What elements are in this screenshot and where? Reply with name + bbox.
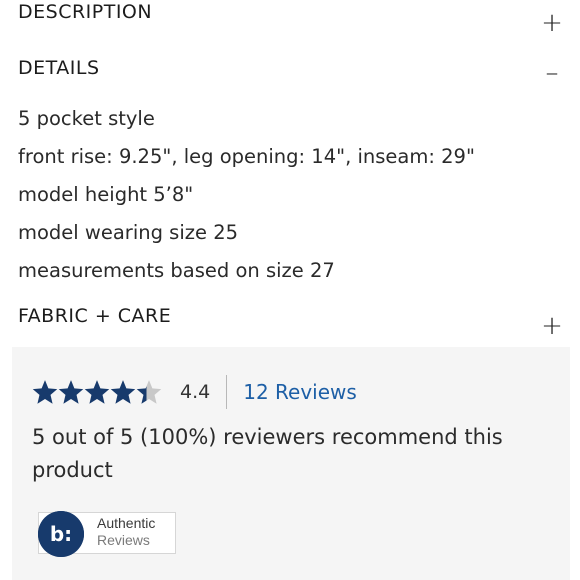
star-icon bbox=[32, 380, 58, 404]
star-icon bbox=[136, 380, 162, 404]
star-icon bbox=[84, 380, 110, 404]
star-rating[interactable] bbox=[32, 379, 162, 405]
collapse-minus-icon[interactable]: – bbox=[532, 58, 572, 88]
recommend-text: 5 out of 5 (100%) reviewers recommend th… bbox=[32, 425, 503, 482]
details-item: front rise: 9.25", leg opening: 14", ins… bbox=[18, 145, 475, 168]
section-title-details: DETAILS bbox=[18, 57, 100, 79]
rating-value: 4.4 bbox=[180, 381, 211, 403]
details-item: 5 pocket style bbox=[18, 107, 155, 130]
expand-plus-icon[interactable]: + bbox=[532, 311, 572, 341]
rating-divider bbox=[226, 375, 228, 409]
section-title-description: DESCRIPTION bbox=[18, 1, 153, 23]
section-header-fabric-care[interactable]: FABRIC + CARE + bbox=[18, 296, 580, 341]
svg-text:b:: b: bbox=[50, 522, 72, 546]
details-item: measurements based on size 27 bbox=[18, 259, 335, 282]
bazaarvoice-logo-icon: b: bbox=[38, 511, 84, 557]
rating-row: 4.4 12 Reviews bbox=[32, 375, 357, 409]
section-header-details[interactable]: DETAILS – bbox=[18, 48, 580, 88]
section-header-description[interactable]: DESCRIPTION + bbox=[18, 0, 580, 38]
star-icon bbox=[110, 380, 136, 404]
reviews-count-link[interactable]: 12 Reviews bbox=[243, 380, 357, 404]
details-list: 5 pocket style front rise: 9.25", leg op… bbox=[18, 100, 475, 290]
expand-plus-icon[interactable]: + bbox=[532, 8, 572, 38]
section-title-fabric-care: FABRIC + CARE bbox=[18, 305, 172, 327]
badge-line1: Authentic bbox=[97, 515, 156, 531]
badge-text: Authentic Reviews bbox=[97, 515, 155, 549]
badge-line2: Reviews bbox=[97, 532, 150, 548]
reviews-summary-panel: 4.4 12 Reviews 5 out of 5 (100%) reviewe… bbox=[12, 347, 570, 580]
details-item: model height 5’8" bbox=[18, 183, 194, 206]
authentic-reviews-badge[interactable]: b: Authentic Reviews bbox=[38, 511, 176, 557]
star-icon bbox=[58, 380, 84, 404]
details-item: model wearing size 25 bbox=[18, 221, 239, 244]
